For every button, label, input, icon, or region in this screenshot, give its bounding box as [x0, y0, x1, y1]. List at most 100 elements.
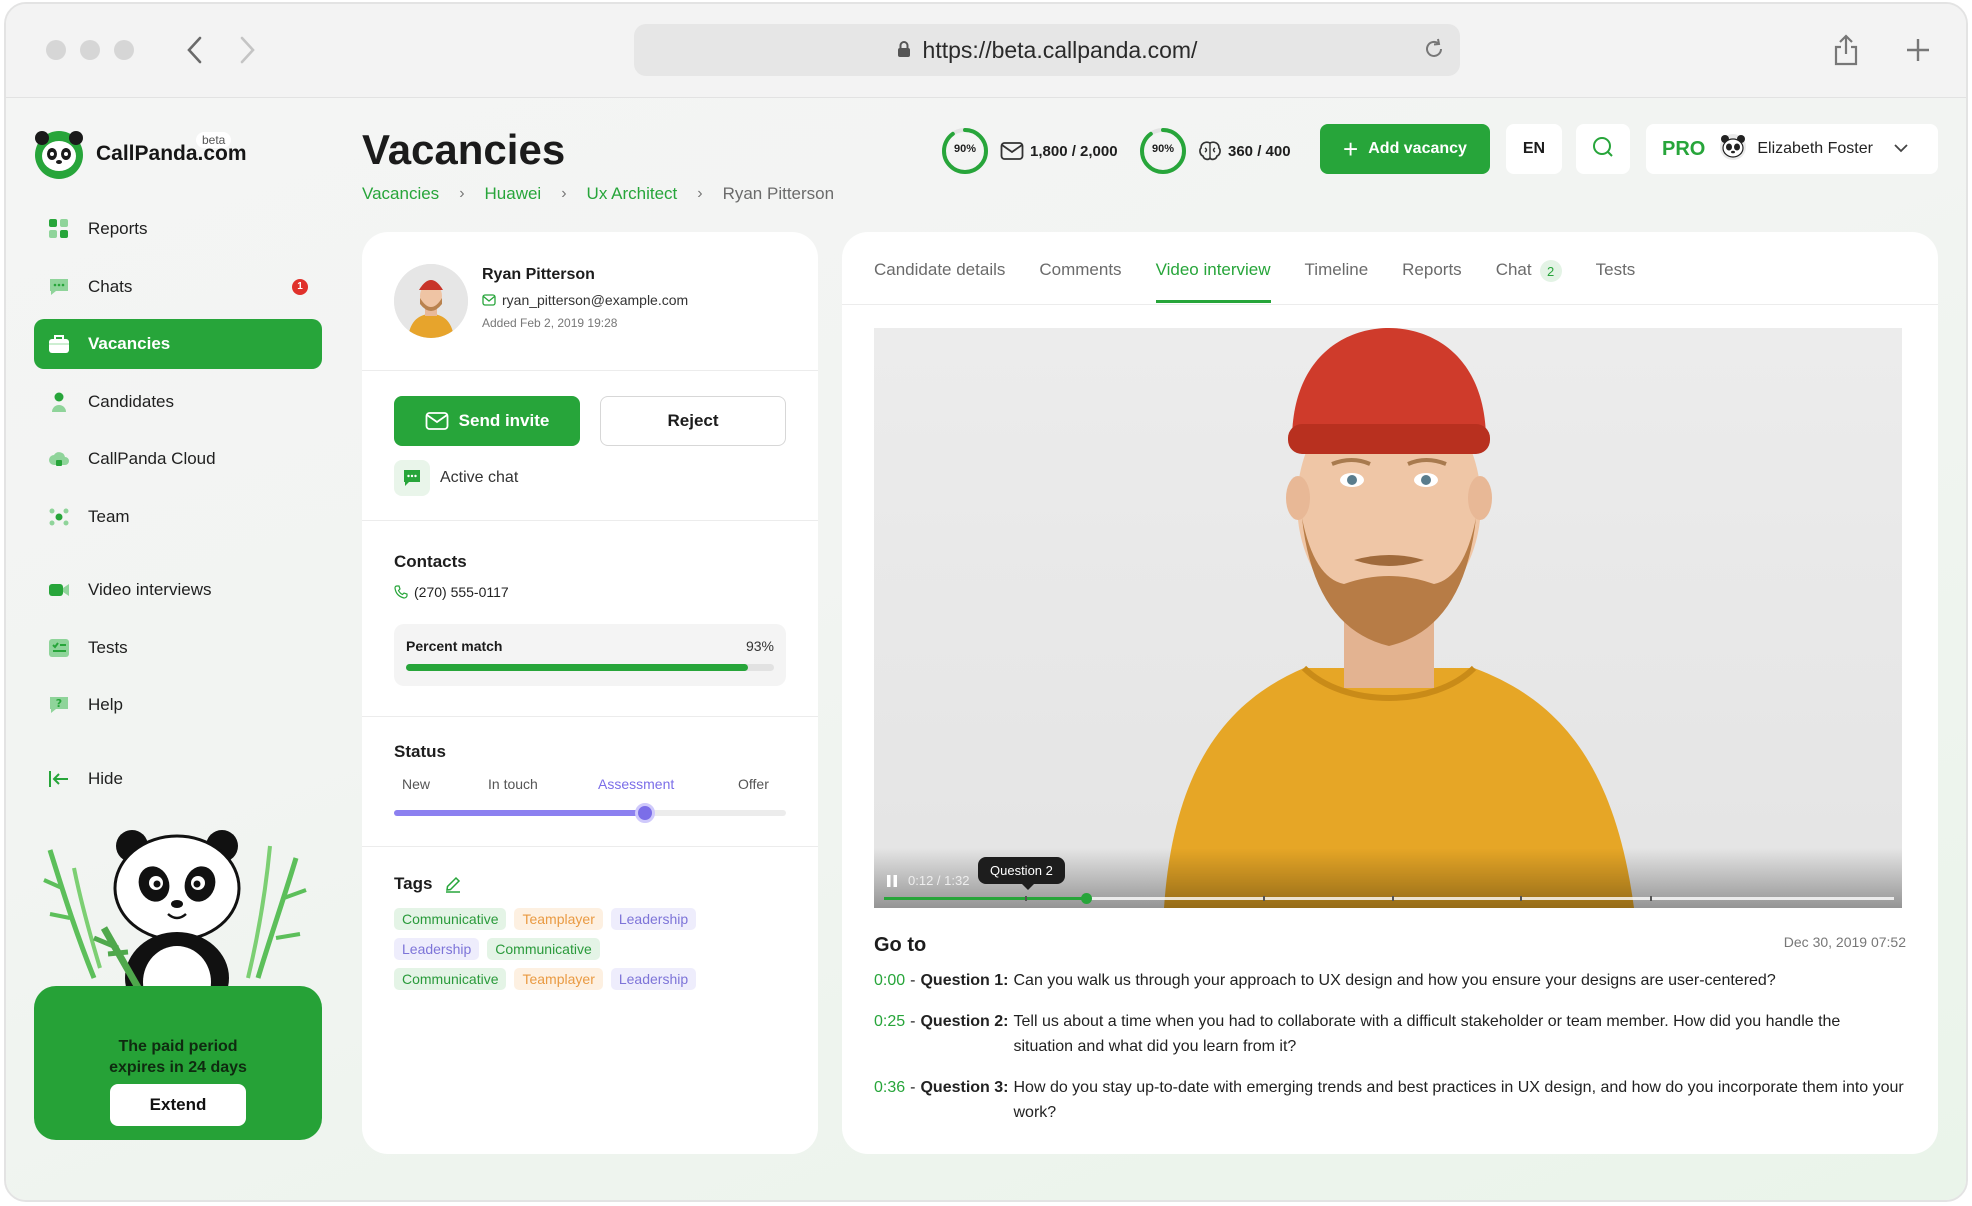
tags-title: Tags	[394, 874, 433, 893]
video-scrub-handle[interactable]	[1081, 893, 1092, 904]
status-steps: New In touch Assessment Offer	[394, 776, 786, 796]
browser-window: https://beta.callpanda.com/ CallPanda.co…	[4, 2, 1968, 1202]
question-marker[interactable]	[1025, 896, 1028, 901]
language-button[interactable]: EN	[1506, 124, 1562, 174]
breadcrumb-position[interactable]: Ux Architect	[587, 184, 678, 204]
collapse-icon	[48, 768, 70, 790]
sidebar-item-video-interviews[interactable]: Video interviews	[34, 565, 322, 615]
cloud-icon	[48, 448, 70, 470]
question-marker[interactable]	[1262, 896, 1265, 901]
reload-icon[interactable]	[1422, 36, 1446, 68]
browser-toolbar: https://beta.callpanda.com/	[6, 4, 1966, 98]
avatar	[1719, 133, 1747, 166]
tag-chip[interactable]: Leadership	[394, 938, 480, 960]
tag-chip[interactable]: Leadership	[610, 968, 697, 990]
forward-arrow-icon[interactable]	[228, 30, 268, 70]
search-button[interactable]	[1576, 124, 1630, 174]
video-player[interactable]: Question 2 0:12 / 1:32	[874, 328, 1902, 908]
window-zoom-dot[interactable]	[114, 40, 134, 60]
tab-tests[interactable]: Tests	[1596, 260, 1636, 302]
address-bar[interactable]: https://beta.callpanda.com/	[634, 24, 1460, 76]
share-icon[interactable]	[1826, 30, 1866, 70]
question-text: Can you walk us through your approach to…	[1013, 972, 1776, 989]
breadcrumb-company[interactable]: Huawei	[485, 184, 542, 204]
question-marker[interactable]	[1520, 896, 1523, 901]
checklist-icon	[48, 637, 70, 659]
question-timestamp[interactable]: 0:36	[874, 1075, 905, 1125]
person-icon	[48, 391, 70, 413]
tag-chip[interactable]: Teamplayer	[514, 908, 603, 930]
tag-chip[interactable]: Communicative	[394, 908, 507, 930]
video-progress-bar[interactable]	[884, 893, 1894, 904]
candidate-panel: Ryan Pitterson ryan_pitterson@example.co…	[362, 232, 818, 1154]
sidebar-item-label: Candidates	[88, 391, 175, 411]
tab-timeline[interactable]: Timeline	[1305, 260, 1369, 302]
add-vacancy-button[interactable]: + Add vacancy	[1320, 124, 1490, 174]
tab-reports[interactable]: Reports	[1402, 260, 1462, 302]
question-label: Question 3:	[920, 1079, 1009, 1096]
sidebar-item-hide[interactable]: Hide	[34, 754, 322, 804]
candidate-added-date: Added Feb 2, 2019 19:28	[482, 316, 618, 330]
sidebar-item-team[interactable]: Team	[34, 492, 322, 542]
divider	[362, 370, 818, 371]
extend-button[interactable]: Extend	[110, 1084, 246, 1126]
question-timestamp[interactable]: 0:25	[874, 1009, 905, 1059]
tab-chat[interactable]: Chat 2	[1496, 260, 1562, 302]
pause-icon[interactable]	[886, 874, 898, 888]
send-invite-button[interactable]: Send invite	[394, 396, 580, 446]
interview-date: Dec 30, 2019 07:52	[1783, 934, 1906, 950]
sidebar-item-label: Hide	[88, 768, 123, 788]
tag-row: Leadership Communicative	[394, 938, 786, 960]
sidebar-item-chats[interactable]: Chats 1	[34, 262, 322, 312]
window-close-dot[interactable]	[46, 40, 66, 60]
window-minimize-dot[interactable]	[80, 40, 100, 60]
candidate-email[interactable]: ryan_pitterson@example.com	[482, 292, 688, 308]
plus-icon: +	[1343, 134, 1359, 164]
sidebar-item-label: Vacancies	[88, 334, 171, 353]
tab-comments[interactable]: Comments	[1039, 260, 1121, 302]
chevron-right-icon: ›	[561, 185, 567, 202]
breadcrumb-vacancies[interactable]: Vacancies	[362, 184, 439, 204]
tab-candidate-details[interactable]: Candidate details	[874, 260, 1005, 302]
sidebar-item-reports[interactable]: Reports	[34, 204, 322, 254]
sidebar-item-cloud[interactable]: CallPanda Cloud	[34, 434, 322, 484]
sidebar-item-vacancies[interactable]: Vacancies	[34, 319, 322, 369]
tab-video-interview[interactable]: Video interview	[1155, 260, 1271, 303]
sidebar-item-label: CallPanda Cloud	[88, 449, 216, 468]
question-item[interactable]: 0:25- Question 2: Tell us about a time w…	[874, 1009, 1904, 1059]
question-item[interactable]: 0:00- Question 1: Can you walk us throug…	[874, 968, 1904, 993]
tag-row: Communicative Teamplayer Leadership	[394, 968, 786, 990]
chevron-down-icon	[1893, 140, 1909, 158]
status-slider-handle[interactable]	[634, 803, 655, 823]
sidebar-item-candidates[interactable]: Candidates	[34, 377, 322, 427]
chevron-right-icon: ›	[697, 185, 703, 202]
sidebar-item-label: Video interviews	[88, 580, 212, 599]
quota-ring: 90%	[1138, 126, 1188, 176]
tags-header: Tags	[394, 874, 462, 894]
pencil-icon[interactable]	[444, 875, 462, 893]
reject-button[interactable]: Reject	[600, 396, 786, 446]
status-step-offer[interactable]: Offer	[738, 776, 769, 792]
match-progress-bar	[406, 664, 774, 671]
chat-icon	[394, 460, 430, 496]
sidebar-item-help[interactable]: ? Help	[34, 680, 322, 730]
back-arrow-icon[interactable]	[174, 30, 214, 70]
sidebar-item-tests[interactable]: Tests	[34, 623, 322, 673]
status-slider[interactable]	[394, 803, 786, 823]
beta-badge: beta	[196, 132, 232, 148]
tag-chip[interactable]: Leadership	[610, 908, 697, 930]
question-marker[interactable]	[1649, 896, 1652, 901]
active-chat-link[interactable]: Active chat	[394, 460, 518, 496]
status-step-new[interactable]: New	[402, 776, 430, 792]
question-marker[interactable]	[1392, 896, 1395, 901]
question-item[interactable]: 0:36- Question 3: How do you stay up-to-…	[874, 1075, 1904, 1125]
status-step-in-touch[interactable]: In touch	[488, 776, 538, 792]
user-menu[interactable]: PRO Elizabeth Foster	[1646, 124, 1938, 174]
question-timestamp[interactable]: 0:00	[874, 968, 905, 993]
tag-chip[interactable]: Communicative	[394, 968, 507, 990]
tag-chip[interactable]: Teamplayer	[514, 968, 603, 990]
new-tab-icon[interactable]	[1898, 30, 1938, 70]
candidate-phone[interactable]: (270) 555-0117	[394, 584, 509, 600]
tag-chip[interactable]: Communicative	[487, 938, 600, 960]
status-step-assessment[interactable]: Assessment	[598, 776, 674, 792]
